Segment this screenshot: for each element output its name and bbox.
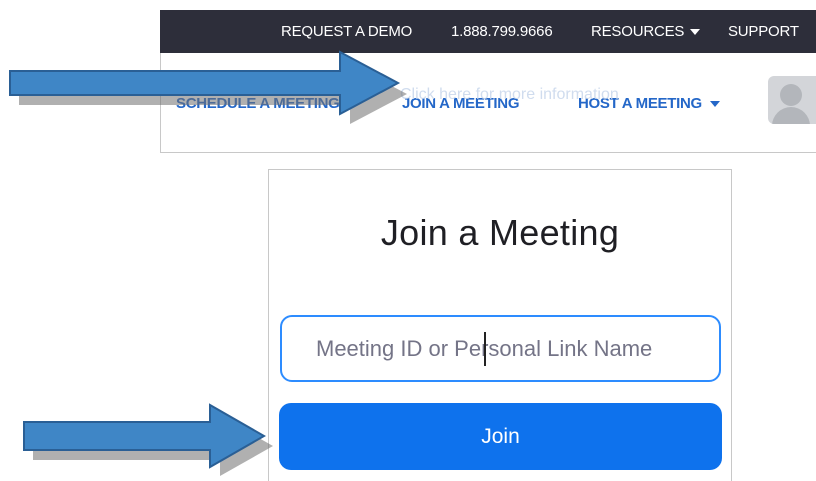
caret-down-icon [690, 29, 701, 36]
join-button[interactable]: Join [279, 403, 722, 470]
meeting-id-input[interactable] [280, 315, 721, 382]
text-cursor [484, 332, 486, 366]
request-demo-link[interactable]: REQUEST A DEMO [281, 23, 412, 40]
annotation-arrow-icon [9, 50, 407, 124]
resources-menu[interactable]: RESOURCES [591, 23, 701, 40]
info-hint-text: Click here for more information [400, 86, 619, 103]
page-title: Join a Meeting [380, 212, 620, 253]
resources-label: RESOURCES [591, 23, 685, 40]
avatar-head-shape [780, 84, 802, 106]
caret-down-icon [709, 101, 720, 108]
avatar-icon[interactable] [768, 76, 816, 124]
avatar-body-shape [772, 107, 810, 124]
support-link[interactable]: SUPPORT [728, 23, 799, 40]
phone-number-link[interactable]: 1.888.799.9666 [451, 23, 553, 40]
annotation-arrow-icon [23, 403, 273, 476]
